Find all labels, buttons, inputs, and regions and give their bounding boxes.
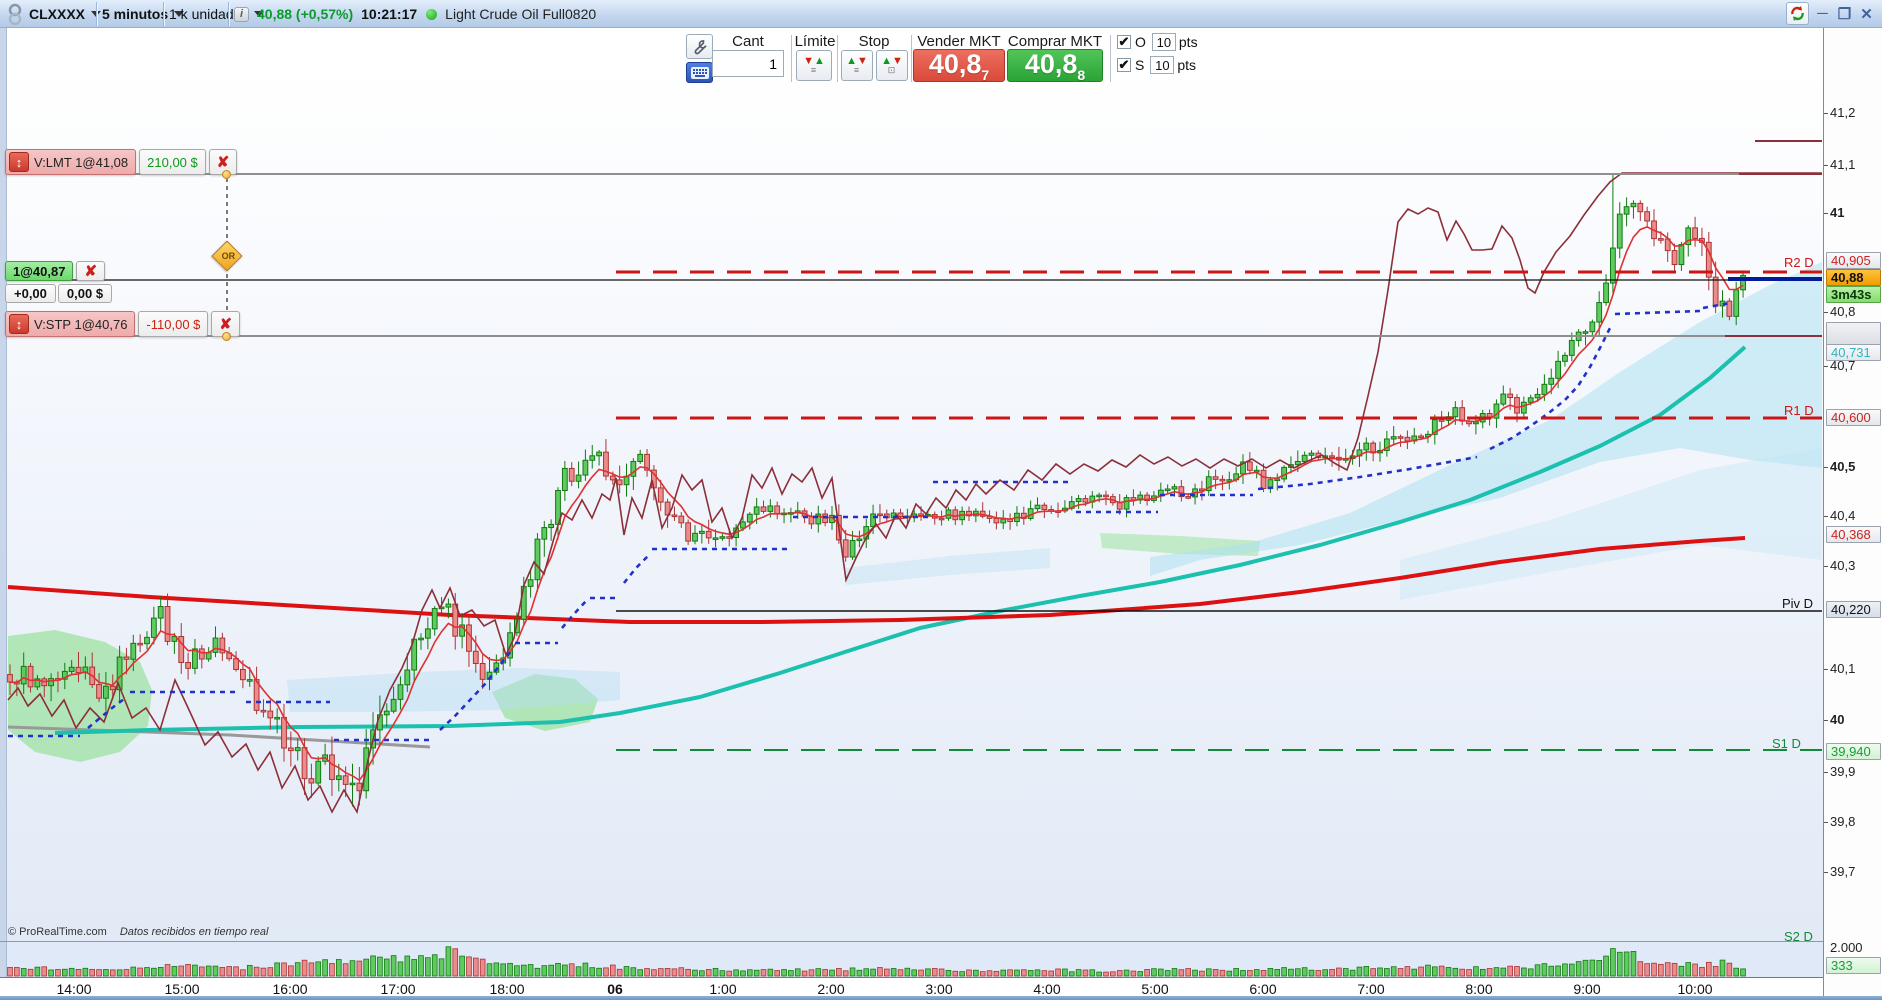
position-text: 1@40,87 (13, 263, 66, 279)
pivot-level-label: Piv D (1782, 596, 1814, 611)
r1-level-label: R1 D (1784, 403, 1814, 418)
time-axis-label: 9:00 (1573, 981, 1601, 997)
time-axis-label: 15:00 (164, 981, 200, 997)
overlay-maroon-line (7, 172, 1822, 815)
time-axis-label: 17:00 (380, 981, 416, 997)
time-axis-label: 2:00 (817, 981, 845, 997)
position-close-button[interactable]: ✘ (76, 261, 106, 281)
limit-order-text: V:LMT 1@41,08 (34, 154, 129, 170)
time-axis-label: 14:00 (56, 981, 92, 997)
time-axis-label: 6:00 (1249, 981, 1277, 997)
limit-pnl-chip: 210,00 $ (139, 149, 206, 175)
price-pane-layers (7, 140, 1822, 815)
feed-status-text: Datos recibidos en tiempo real (119, 926, 269, 938)
time-axis-label: 3:00 (925, 981, 953, 997)
close-icon: ✘ (216, 154, 230, 171)
time-axis-label: 7:00 (1357, 981, 1385, 997)
window-bottom-edge (0, 996, 1882, 1000)
stop-order-chip[interactable]: ↕ V:STP 1@40,76 (5, 311, 136, 337)
sar-dotted-layer (8, 301, 1731, 742)
prorealtime-window: CLXXXX 5 minutos 1 k unidades i 40,88 (+… (0, 0, 1882, 1000)
volume-layer (7, 946, 1746, 977)
stop-pnl-value: -110,00 $ (146, 316, 201, 332)
position-pnl-row: +0,00 0,00 $ (5, 284, 114, 303)
time-axis-label: 5:00 (1141, 981, 1169, 997)
pane-separator[interactable] (0, 941, 1823, 942)
limit-pnl-value: 210,00 $ (147, 154, 198, 170)
position-pnl-money: 0,00 $ (57, 284, 113, 303)
price-chart-canvas[interactable] (0, 0, 1882, 1000)
stop-order-text: V:STP 1@40,76 (34, 316, 128, 332)
time-axis-label: 1:00 (709, 981, 737, 997)
time-axis-label: 18:00 (489, 981, 525, 997)
stop-order-label[interactable]: ↕ V:STP 1@40,76 -110,00 $ ✘ (5, 311, 243, 337)
time-axis-label: 4:00 (1033, 981, 1061, 997)
position-label[interactable]: 1@40,87 ✘ (5, 261, 108, 281)
stop-pnl-chip: -110,00 $ (138, 311, 209, 337)
kumo-cyan-small (846, 548, 1050, 585)
volume-baseline (0, 977, 1823, 978)
position-chip[interactable]: 1@40,87 (5, 261, 74, 281)
s1-level-label: S1 D (1772, 736, 1801, 751)
bracket-bottom-handle[interactable] (222, 332, 231, 341)
time-axis-label: 06 (607, 981, 623, 997)
copyright-bar: © ProRealTime.com Datos recibidos en tie… (0, 926, 1823, 941)
copyright-text: © ProRealTime.com (8, 926, 107, 938)
time-axis-label: 8:00 (1465, 981, 1493, 997)
time-axis-label: 10:00 (1677, 981, 1713, 997)
limit-order-label[interactable]: ↕ V:LMT 1@41,08 210,00 $ ✘ (5, 149, 240, 175)
limit-order-chip[interactable]: ↕ V:LMT 1@41,08 (5, 149, 137, 175)
position-pnl-points: +0,00 (5, 284, 56, 303)
time-axis-label: 16:00 (272, 981, 308, 997)
bracket-top-handle[interactable] (222, 170, 231, 179)
drag-handle-icon[interactable]: ↕ (9, 314, 29, 334)
r2-level-label: R2 D (1784, 255, 1814, 270)
drag-handle-icon[interactable]: ↕ (9, 152, 29, 172)
close-icon: ✘ (219, 316, 232, 333)
ema-fast-red (9, 226, 1744, 782)
close-icon: ✘ (84, 263, 98, 280)
